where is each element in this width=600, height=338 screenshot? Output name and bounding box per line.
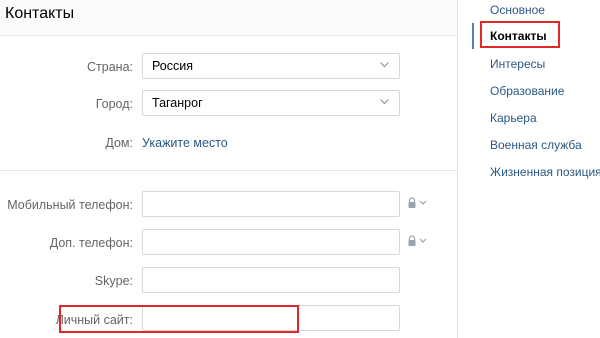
section-divider — [0, 170, 457, 171]
sidebar-item-main[interactable]: Основное — [490, 3, 545, 17]
lock-icon — [408, 197, 427, 208]
country-value: Россия — [152, 59, 193, 73]
page-header: Контакты — [0, 0, 457, 36]
mobile-phone-label: Мобильный телефон: — [7, 198, 133, 212]
mobile-privacy-toggle[interactable] — [407, 197, 431, 211]
settings-sidebar: Основное Контакты Интересы Образование К… — [472, 0, 600, 338]
home-label: Дом: — [105, 136, 133, 150]
home-place-link[interactable]: Укажите место — [142, 136, 228, 150]
skype-label: Skype: — [94, 274, 133, 288]
contacts-highlight-box — [480, 21, 560, 48]
mobile-phone-input[interactable] — [142, 191, 400, 217]
lock-icon — [408, 235, 427, 246]
city-value: Таганрог — [152, 96, 203, 110]
sidebar-item-life-position[interactable]: Жизненная позиция — [490, 165, 600, 179]
sidebar-item-education[interactable]: Образование — [490, 84, 564, 98]
chevron-down-icon — [380, 62, 389, 70]
sidebar-active-indicator — [472, 23, 474, 49]
extra-phone-label: Доп. телефон: — [49, 236, 133, 250]
skype-input[interactable] — [142, 267, 400, 293]
city-select[interactable]: Таганрог — [142, 90, 400, 116]
sidebar-item-military[interactable]: Военная служба — [490, 138, 582, 152]
page-title: Контакты — [5, 5, 75, 22]
sidebar-item-interests[interactable]: Интересы — [490, 57, 545, 71]
extra-phone-input[interactable] — [142, 229, 400, 255]
sidebar-item-career[interactable]: Карьера — [490, 111, 537, 125]
country-select[interactable]: Россия — [142, 53, 400, 79]
website-highlight-box — [59, 305, 299, 333]
extra-phone-privacy-toggle[interactable] — [407, 235, 431, 249]
settings-main-panel: Контакты Страна: Россия Город: Таганрог … — [0, 0, 458, 338]
chevron-down-icon — [380, 99, 389, 107]
country-label: Страна: — [87, 60, 133, 74]
city-label: Город: — [95, 97, 133, 111]
